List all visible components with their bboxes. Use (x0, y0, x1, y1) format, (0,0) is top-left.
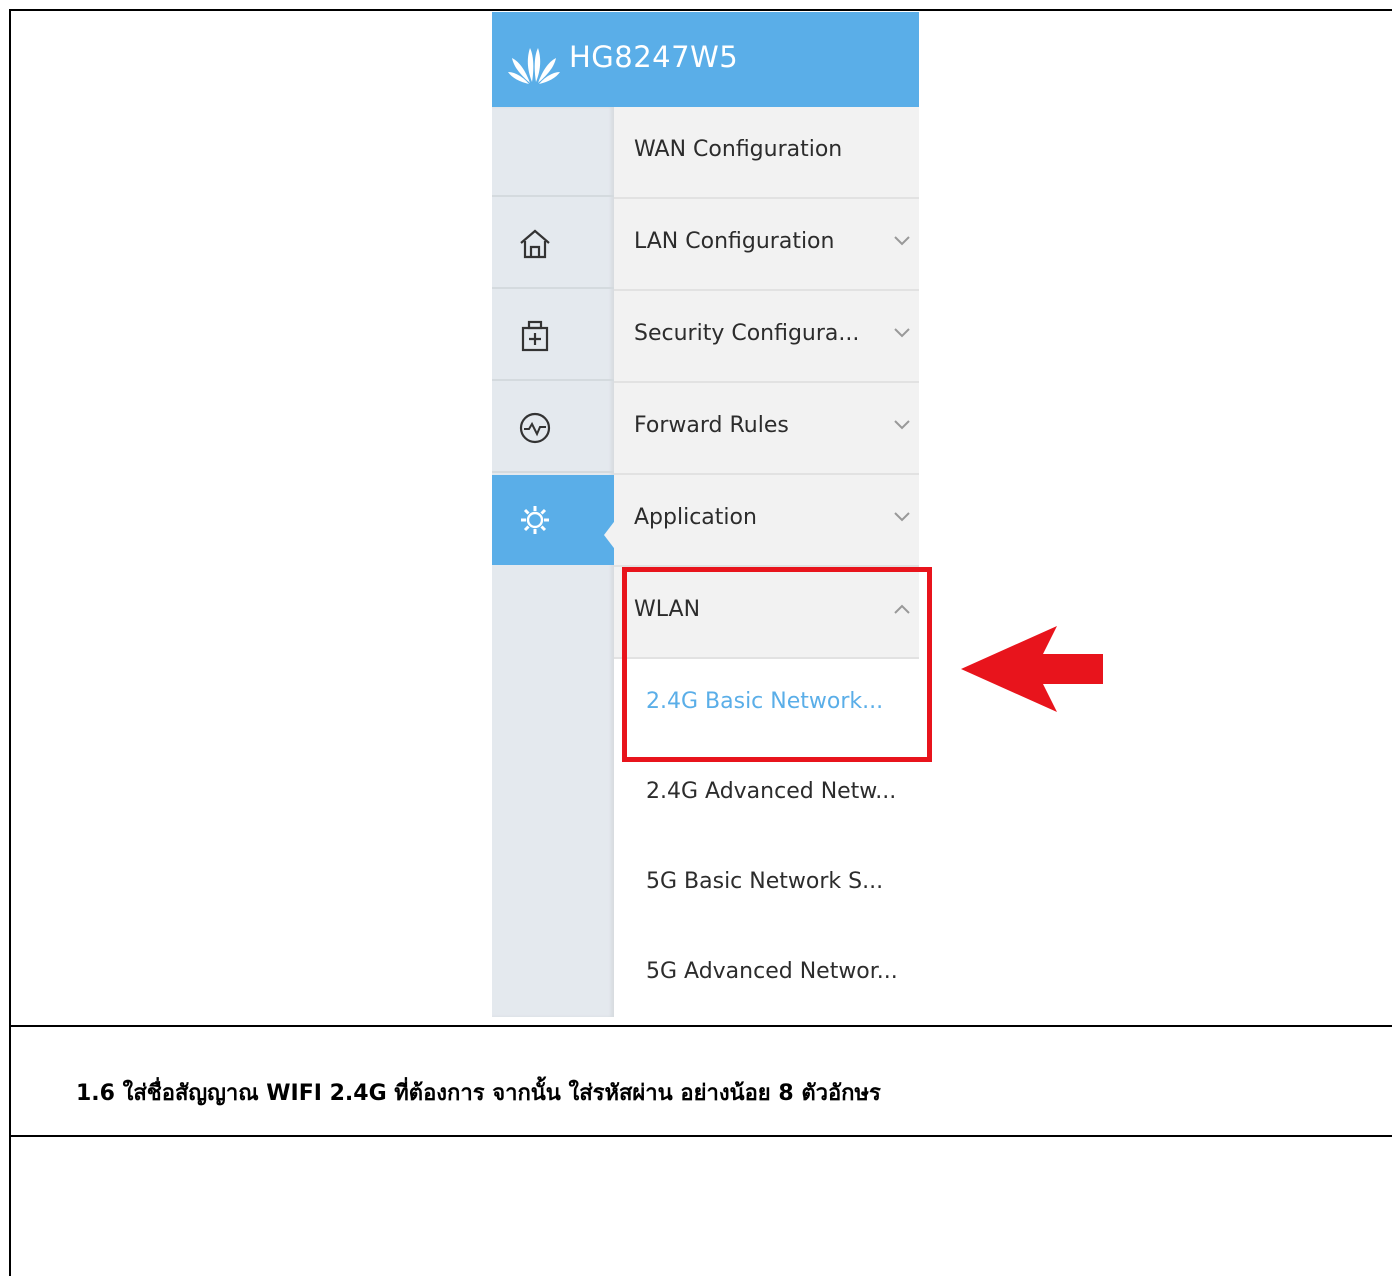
submenu-item-24g-advanced[interactable]: 2.4G Advanced Netw... (614, 749, 919, 839)
submenu-item-5g-basic[interactable]: 5G Basic Network S... (614, 839, 919, 929)
rail-item-security[interactable] (492, 291, 614, 381)
menu-item-label: Security Configura... (634, 321, 860, 346)
table-divider (9, 1135, 1392, 1137)
submenu-item-label: 5G Advanced Networ... (646, 959, 898, 984)
arrow-left-icon (961, 626, 1103, 712)
highlight-box (622, 567, 932, 762)
rail-item-home[interactable] (492, 199, 614, 289)
menu-item-security[interactable]: Security Configura... (614, 291, 919, 383)
submenu-item-5g-advanced[interactable]: 5G Advanced Networ... (614, 929, 919, 1019)
table-divider (9, 1025, 1392, 1027)
rail-empty (492, 107, 614, 197)
chevron-down-icon (894, 236, 910, 246)
header-bar: HG8247W5 (492, 12, 919, 107)
menu-item-label: WAN Configuration (634, 137, 843, 162)
chevron-down-icon (894, 420, 910, 430)
menu-item-label: Forward Rules (634, 413, 789, 438)
submenu-item-label: 5G Basic Network S... (646, 869, 884, 894)
menu-item-lan[interactable]: LAN Configuration (614, 199, 919, 291)
submenu-item-label: 2.4G Advanced Netw... (646, 779, 897, 804)
router-screenshot: HG8247W5 WAN Configuration LAN Configura… (492, 12, 919, 1019)
chevron-down-icon (894, 328, 910, 338)
menu-item-label: LAN Configuration (634, 229, 835, 254)
home-icon (520, 229, 550, 259)
menu-item-wan[interactable]: WAN Configuration (614, 107, 919, 199)
menu-item-application[interactable]: Application (614, 475, 919, 567)
menu-item-label: Application (634, 505, 757, 530)
menu-item-forward-rules[interactable]: Forward Rules (614, 383, 919, 475)
huawei-logo-icon (508, 48, 560, 84)
instruction-caption: 1.6 ใส่ชื่อสัญญาณ WIFI 2.4G ที่ต้องการ จ… (76, 1081, 881, 1106)
chevron-down-icon (894, 512, 910, 522)
gear-icon (521, 506, 549, 534)
active-indicator-notch (604, 514, 620, 556)
rail-item-diagnostics[interactable] (492, 383, 614, 473)
device-model: HG8247W5 (569, 40, 739, 74)
pulse-icon (519, 412, 551, 444)
first-aid-kit-icon (521, 320, 549, 352)
